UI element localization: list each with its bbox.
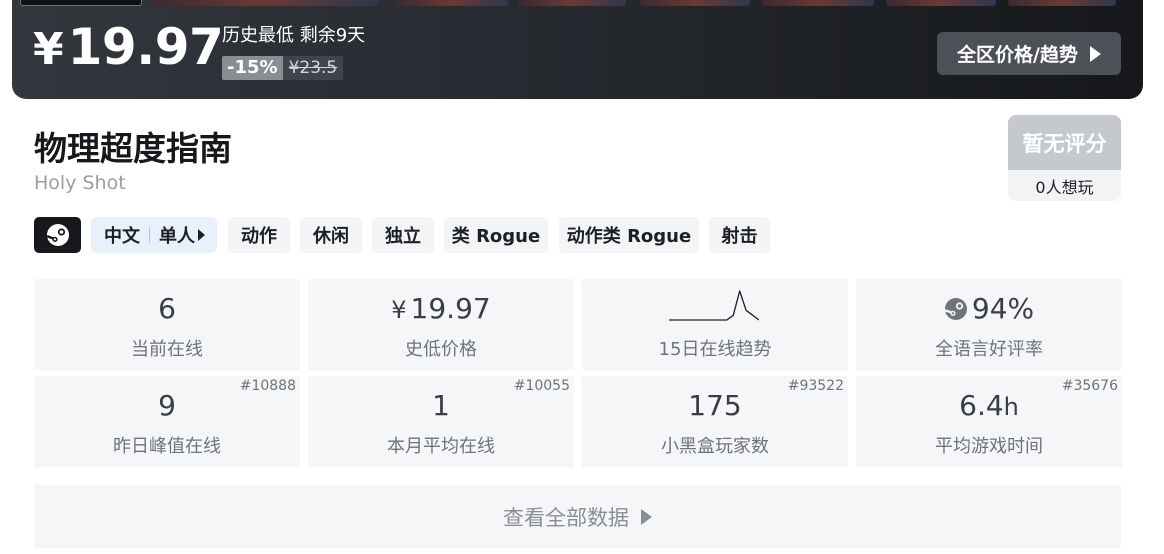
price-banner: ¥ 19.97 历史最低 剩余9天 -15% ¥23.5 全区价格/趋势 (12, 0, 1143, 99)
stat-value-wrap: ¥19.97 (308, 290, 574, 328)
stat-label: 当前在线 (131, 339, 203, 360)
wishlist-count: 0人想玩 (1035, 177, 1094, 197)
stat-value: 6.4 (959, 389, 1004, 422)
stat-rating-pct[interactable]: 94% 全语言好评率 (856, 279, 1122, 370)
stat-label: 昨日峰值在线 (113, 436, 221, 457)
tag-item[interactable]: 射击 (709, 217, 770, 253)
stat-online-trend[interactable]: 15日在线趋势 (582, 279, 848, 370)
tag-item[interactable]: 动作 (228, 217, 290, 253)
thumbnail[interactable] (396, 0, 508, 6)
thumbnail[interactable] (20, 0, 142, 6)
language-mode-tag[interactable]: 中文 单人 (91, 217, 217, 253)
thumbnail[interactable] (886, 0, 996, 6)
region-price-trend-label: 全区价格/趋势 (957, 44, 1078, 66)
steam-icon (46, 224, 69, 246)
stat-avg-playtime[interactable]: #35676 6.4h 平均游戏时间 (856, 376, 1122, 467)
caret-right-icon (198, 229, 205, 241)
discount-row: -15% ¥23.5 (222, 56, 365, 80)
stat-label: 史低价格 (405, 339, 477, 360)
stat-current-online[interactable]: 6 当前在线 (34, 279, 300, 370)
discount-badge: -15% (222, 56, 283, 80)
price-value: 19.97 (67, 18, 224, 76)
tag-divider (149, 227, 150, 243)
stat-unit: h (1003, 393, 1019, 421)
thumbnail[interactable] (762, 0, 874, 6)
tag-item[interactable]: 类 Rogue (444, 217, 548, 253)
stat-value: 94% (971, 292, 1035, 325)
view-all-data-button[interactable]: 查看全部数据 (34, 485, 1121, 548)
steam-platform-tag[interactable] (34, 217, 81, 253)
stat-value: 6 (158, 292, 176, 325)
thumbnail[interactable] (1008, 0, 1116, 6)
original-price: ¥23.5 (282, 56, 344, 80)
stat-heybox-players[interactable]: #93522 175 小黑盒玩家数 (582, 376, 848, 467)
arrow-right-icon (641, 508, 652, 525)
thumbnail[interactable] (150, 0, 378, 6)
stat-label: 全语言好评率 (935, 339, 1043, 360)
game-title: 物理超度指南 (34, 129, 232, 168)
tag-item[interactable]: 休闲 (300, 217, 362, 253)
region-price-trend-button[interactable]: 全区价格/趋势 (937, 32, 1121, 75)
history-low-note: 历史最低 剩余9天 (222, 25, 366, 46)
current-price: ¥ 19.97 (33, 18, 224, 84)
stat-value: 9 (158, 389, 176, 422)
stat-lowest-price[interactable]: ¥19.97 史低价格 (308, 279, 574, 370)
mode-label: 单人 (159, 226, 195, 247)
arrow-right-icon (1089, 45, 1101, 62)
stat-value: 19.97 (410, 292, 491, 325)
stat-value: 175 (688, 389, 742, 422)
stat-value: 1 (432, 389, 450, 422)
trend-sparkline (669, 290, 759, 321)
stat-value-wrap: 94% (856, 290, 1122, 328)
thumbnail[interactable] (518, 0, 626, 6)
stat-peak-yesterday[interactable]: #10888 9 昨日峰值在线 (34, 376, 300, 467)
stat-label: 平均游戏时间 (935, 436, 1043, 457)
tag-item[interactable]: 独立 (372, 217, 434, 253)
stat-month-avg[interactable]: #10055 1 本月平均在线 (308, 376, 574, 467)
trend-line (669, 290, 759, 321)
currency-symbol: ¥ (33, 24, 64, 75)
game-subtitle: Holy Shot (34, 172, 126, 194)
currency-symbol: ¥ (391, 296, 407, 324)
tag-item[interactable]: 动作类 Rogue (559, 217, 699, 253)
steam-icon (944, 298, 967, 320)
language-label: 中文 (104, 226, 140, 247)
thumbnail[interactable] (640, 0, 750, 6)
rating-score: 暂无评分 (1008, 115, 1121, 170)
rating-box[interactable]: 暂无评分 0人想玩 (1008, 115, 1121, 201)
stat-label: 15日在线趋势 (658, 339, 772, 360)
price-info: 历史最低 剩余9天 -15% ¥23.5 (222, 24, 365, 80)
stat-label: 小黑盒玩家数 (661, 436, 769, 457)
stat-value-wrap: 6.4h (856, 387, 1122, 425)
stat-label: 本月平均在线 (387, 436, 495, 457)
screenshot-thumbnail-strip[interactable] (20, 0, 1130, 6)
view-all-data-label: 查看全部数据 (503, 505, 629, 530)
